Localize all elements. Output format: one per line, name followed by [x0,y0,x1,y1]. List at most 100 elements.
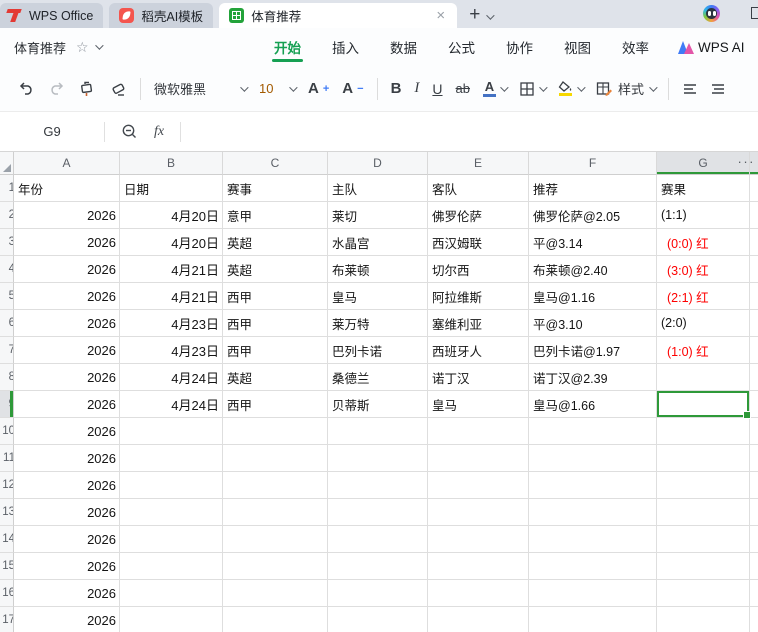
decrease-font-button[interactable]: A − [342,80,363,97]
cell-E2[interactable]: 佛罗伦萨 [428,202,529,229]
cell-D13[interactable] [328,499,428,526]
cell-E13[interactable] [428,499,529,526]
cell-A15[interactable]: 2026 [14,553,120,580]
window-maximize-icon[interactable] [751,7,758,19]
cell-F16[interactable] [529,580,657,607]
cell-G3[interactable]: (0:0) 红 [657,229,750,256]
cell-E11[interactable] [428,445,529,472]
favorite-star-icon[interactable]: ☆ [76,39,89,56]
cell-B15[interactable] [120,553,223,580]
cell-A17[interactable]: 2026 [14,607,120,632]
cell-C2[interactable]: 意甲 [223,202,328,229]
cell-G1[interactable]: 赛果 [657,175,750,202]
cell-D7[interactable]: 巴列卡诺 [328,337,428,364]
cell-E6[interactable]: 塞维利亚 [428,310,529,337]
row-header-3[interactable]: 3 [0,229,14,256]
cell-C16[interactable] [223,580,328,607]
user-avatar[interactable] [703,5,720,22]
cell-G2[interactable]: (1:1) [657,202,750,229]
row-header-2[interactable]: 2 [0,202,14,229]
tab-list-chevron-icon[interactable] [486,11,495,20]
cell-style-button[interactable]: 样式 [596,79,658,98]
cell-name-box[interactable]: G9 [0,124,104,139]
cell-B16[interactable] [120,580,223,607]
cell-C12[interactable] [223,472,328,499]
format-painter-button[interactable] [78,80,96,98]
cell-F11[interactable] [529,445,657,472]
row-header-1[interactable]: 1 [0,175,14,202]
cell-C11[interactable] [223,445,328,472]
cell-E1[interactable]: 客队 [428,175,529,202]
cell-E17[interactable] [428,607,529,632]
cell-D1[interactable]: 主队 [328,175,428,202]
cell-E12[interactable] [428,472,529,499]
cell-A5[interactable]: 2026 [14,283,120,310]
cell-F3[interactable]: 平@3.14 [529,229,657,256]
cell-D3[interactable]: 水晶宫 [328,229,428,256]
cell-A16[interactable]: 2026 [14,580,120,607]
cell-F2[interactable]: 佛罗伦萨@2.05 [529,202,657,229]
cell-D14[interactable] [328,526,428,553]
cell-F8[interactable]: 诺丁汉@2.39 [529,364,657,391]
cell-C7[interactable]: 西甲 [223,337,328,364]
row-header-13[interactable]: 13 [0,499,14,526]
cell-C13[interactable] [223,499,328,526]
cell-A10[interactable]: 2026 [14,418,120,445]
cell-F13[interactable] [529,499,657,526]
cell-F15[interactable] [529,553,657,580]
font-size-select[interactable]: 10 [259,81,298,96]
search-zoom-icon[interactable] [121,123,138,140]
cell-D16[interactable] [328,580,428,607]
tab-docer-ai-templates[interactable]: 稻壳AI模板 [109,3,214,28]
menu-item-wps-ai[interactable]: WPS AI [678,40,745,55]
column-header-E[interactable]: E [428,152,529,175]
cell-E8[interactable]: 诺丁汉 [428,364,529,391]
fill-color-button[interactable] [558,80,586,97]
cell-A9[interactable]: 2026 [14,391,120,418]
cell-B6[interactable]: 4月23日 [120,310,223,337]
cell-D2[interactable]: 莱切 [328,202,428,229]
cell-A11[interactable]: 2026 [14,445,120,472]
cell-E3[interactable]: 西汉姆联 [428,229,529,256]
cell-F7[interactable]: 巴列卡诺@1.97 [529,337,657,364]
strikethrough-button[interactable]: ab [456,81,470,96]
cell-C8[interactable]: 英超 [223,364,328,391]
cell-D4[interactable]: 布莱顿 [328,256,428,283]
row-header-9[interactable]: 9 [0,391,14,418]
cell-A13[interactable]: 2026 [14,499,120,526]
menu-item-视图[interactable]: 视图 [562,27,593,67]
cell-F10[interactable] [529,418,657,445]
cell-D6[interactable]: 莱万特 [328,310,428,337]
menu-item-数据[interactable]: 数据 [388,27,419,67]
cell-G8[interactable] [657,364,750,391]
cell-G10[interactable] [657,418,750,445]
close-tab-icon[interactable]: × [434,7,447,24]
cell-F17[interactable] [529,607,657,632]
row-header-14[interactable]: 14 [0,526,14,553]
cell-D9[interactable]: 贝蒂斯 [328,391,428,418]
cell-A2[interactable]: 2026 [14,202,120,229]
cell-F6[interactable]: 平@3.10 [529,310,657,337]
cell-F12[interactable] [529,472,657,499]
cell-B8[interactable]: 4月24日 [120,364,223,391]
cell-B5[interactable]: 4月21日 [120,283,223,310]
cell-G16[interactable] [657,580,750,607]
column-header-A[interactable]: A [14,152,120,175]
cell-E7[interactable]: 西班牙人 [428,337,529,364]
row-header-7[interactable]: 7 [0,337,14,364]
cell-G5[interactable]: (2:1) 红 [657,283,750,310]
cell-E4[interactable]: 切尔西 [428,256,529,283]
row-header-11[interactable]: 11 [0,445,14,472]
insert-function-icon[interactable]: fx [154,124,164,140]
column-header-B[interactable]: B [120,152,223,175]
cell-D15[interactable] [328,553,428,580]
row-header-17[interactable]: 17 [0,607,14,632]
cell-A3[interactable]: 2026 [14,229,120,256]
font-color-chevron-icon[interactable] [500,82,509,92]
cell-A1[interactable]: 年份 [14,175,120,202]
cell-B7[interactable]: 4月23日 [120,337,223,364]
menu-item-效率[interactable]: 效率 [620,27,651,67]
cell-F1[interactable]: 推荐 [529,175,657,202]
cell-G15[interactable] [657,553,750,580]
cell-D5[interactable]: 皇马 [328,283,428,310]
